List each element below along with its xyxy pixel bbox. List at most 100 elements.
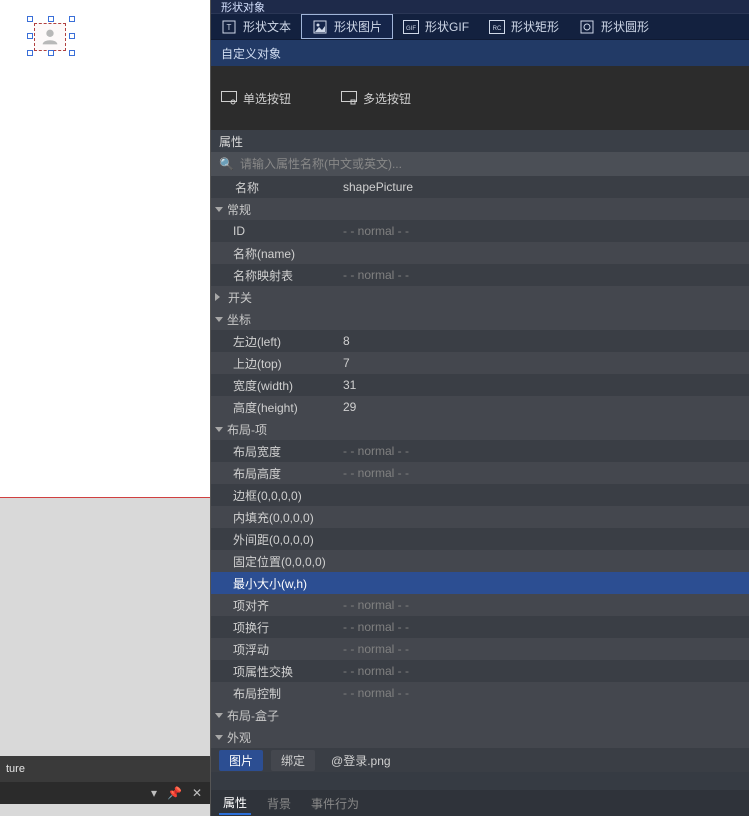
resize-handle[interactable]: [48, 16, 54, 22]
resize-handle[interactable]: [69, 50, 75, 56]
shape-gif-label: 形状GIF: [425, 18, 469, 35]
chevron-down-icon: [215, 427, 223, 432]
prop-name-map[interactable]: 名称映射表 - - normal - -: [211, 264, 749, 286]
prop-layout-ctrl[interactable]: 布局控制 - - normal - -: [211, 682, 749, 704]
shape-circle-label: 形状圆形: [601, 18, 649, 35]
selected-shape[interactable]: [27, 16, 75, 56]
prop-wrap-value: - - normal - -: [331, 620, 749, 634]
shape-text[interactable]: T 形状文本: [211, 14, 301, 39]
svg-text:RC: RC: [493, 26, 502, 32]
prop-height-value[interactable]: 29: [331, 400, 749, 414]
prop-width-label: 宽度(width): [211, 377, 331, 394]
shape-image[interactable]: 形状图片: [301, 14, 393, 39]
prop-name-en[interactable]: 名称(name): [211, 242, 749, 264]
tab-properties[interactable]: 属性: [219, 792, 251, 815]
resize-handle[interactable]: [69, 33, 75, 39]
group-general-label: 常规: [227, 201, 251, 218]
prop-layout-ctrl-label: 布局控制: [211, 685, 331, 702]
group-switch[interactable]: 开关: [211, 286, 749, 308]
svg-text:GIF: GIF: [406, 26, 416, 32]
circle-icon: [579, 19, 595, 35]
prop-float-value: - - normal - -: [331, 642, 749, 656]
radio-label: 单选按钮: [243, 90, 291, 107]
prop-border[interactable]: 边框(0,0,0,0): [211, 484, 749, 506]
prop-padding[interactable]: 内填充(0,0,0,0): [211, 506, 749, 528]
group-layout-box[interactable]: 布局-盒子: [211, 704, 749, 726]
prop-layout-ctrl-value: - - normal - -: [331, 686, 749, 700]
shape-gif[interactable]: GIF 形状GIF: [393, 14, 479, 39]
prop-width[interactable]: 宽度(width) 31: [211, 374, 749, 396]
prop-min-size[interactable]: 最小大小(w,h): [211, 572, 749, 594]
checkbox-button-item[interactable]: 多选按钮: [331, 66, 421, 130]
prop-width-value[interactable]: 31: [331, 378, 749, 392]
prop-padding-label: 内填充(0,0,0,0): [211, 509, 411, 526]
svg-text:T: T: [227, 23, 232, 32]
search-row[interactable]: 🔍: [211, 152, 749, 176]
prop-swap[interactable]: 项属性交换 - - normal - -: [211, 660, 749, 682]
shape-rect[interactable]: RC 形状矩形: [479, 14, 569, 39]
prop-height[interactable]: 高度(height) 29: [211, 396, 749, 418]
rect-icon: RC: [489, 19, 505, 35]
image-path: @登录.png: [323, 752, 391, 769]
radio-icon: [221, 90, 237, 106]
canvas-area[interactable]: ture ▾ 📌 ✕: [0, 0, 211, 816]
prop-left[interactable]: 左边(left) 8: [211, 330, 749, 352]
resize-handle[interactable]: [69, 16, 75, 22]
prop-align-label: 项对齐: [211, 597, 331, 614]
resize-handle[interactable]: [27, 16, 33, 22]
prop-fixed[interactable]: 固定位置(0,0,0,0): [211, 550, 749, 572]
tab-events[interactable]: 事件行为: [307, 793, 363, 814]
group-appearance[interactable]: 外观: [211, 726, 749, 748]
group-general[interactable]: 常规: [211, 198, 749, 220]
group-switch-label: 开关: [228, 289, 252, 306]
prop-id[interactable]: ID - - normal - -: [211, 220, 749, 242]
group-coord[interactable]: 坐标: [211, 308, 749, 330]
check-icon: [341, 90, 357, 106]
prop-name-label: 名称: [211, 179, 331, 196]
group-coord-label: 坐标: [227, 311, 251, 328]
bind-tab[interactable]: 绑定: [271, 750, 315, 771]
shape-circle[interactable]: 形状圆形: [569, 14, 659, 39]
canvas-footer-controls: ▾ 📌 ✕: [0, 782, 210, 804]
prop-id-label: ID: [211, 224, 331, 238]
tab-background[interactable]: 背景: [263, 793, 295, 814]
prop-margin[interactable]: 外间距(0,0,0,0): [211, 528, 749, 550]
prop-name-map-label: 名称映射表: [211, 267, 331, 284]
custom-object-label: 自定义对象: [221, 45, 281, 62]
group-layout-item[interactable]: 布局-项: [211, 418, 749, 440]
prop-wrap[interactable]: 项换行 - - normal - -: [211, 616, 749, 638]
image-bind-row[interactable]: 图片 绑定 @登录.png: [211, 748, 749, 772]
prop-layout-w-value: - - normal - -: [331, 444, 749, 458]
pin-icon[interactable]: 📌: [167, 786, 182, 800]
prop-top[interactable]: 上边(top) 7: [211, 352, 749, 374]
prop-fixed-label: 固定位置(0,0,0,0): [211, 553, 411, 570]
prop-layout-w[interactable]: 布局宽度 - - normal - -: [211, 440, 749, 462]
prop-align[interactable]: 项对齐 - - normal - -: [211, 594, 749, 616]
prop-left-value[interactable]: 8: [331, 334, 749, 348]
prop-align-value: - - normal - -: [331, 598, 749, 612]
picture-tab[interactable]: 图片: [219, 750, 263, 771]
resize-handle[interactable]: [48, 50, 54, 56]
radio-button-item[interactable]: 单选按钮: [211, 66, 301, 130]
image-icon: [312, 19, 328, 35]
prop-name[interactable]: 名称 shapePicture: [211, 176, 749, 198]
prop-layout-h[interactable]: 布局高度 - - normal - -: [211, 462, 749, 484]
dropdown-icon[interactable]: ▾: [151, 786, 157, 800]
resize-handle[interactable]: [27, 33, 33, 39]
prop-wrap-label: 项换行: [211, 619, 331, 636]
prop-swap-value: - - normal - -: [331, 664, 749, 678]
shape-object-label: 形状对象: [221, 0, 265, 15]
prop-name-en-label: 名称(name): [211, 245, 331, 262]
prop-layout-h-label: 布局高度: [211, 465, 331, 482]
gif-icon: GIF: [403, 19, 419, 35]
search-input[interactable]: [240, 157, 741, 171]
prop-float[interactable]: 项浮动 - - normal - -: [211, 638, 749, 660]
chevron-right-icon: [215, 293, 224, 301]
group-layout-item-label: 布局-项: [227, 421, 267, 438]
resize-handle[interactable]: [27, 50, 33, 56]
custom-row: 单选按钮 多选按钮: [211, 66, 749, 130]
prop-top-value[interactable]: 7: [331, 356, 749, 370]
close-icon[interactable]: ✕: [192, 786, 202, 800]
prop-height-label: 高度(height): [211, 399, 331, 416]
chevron-down-icon: [215, 735, 223, 740]
